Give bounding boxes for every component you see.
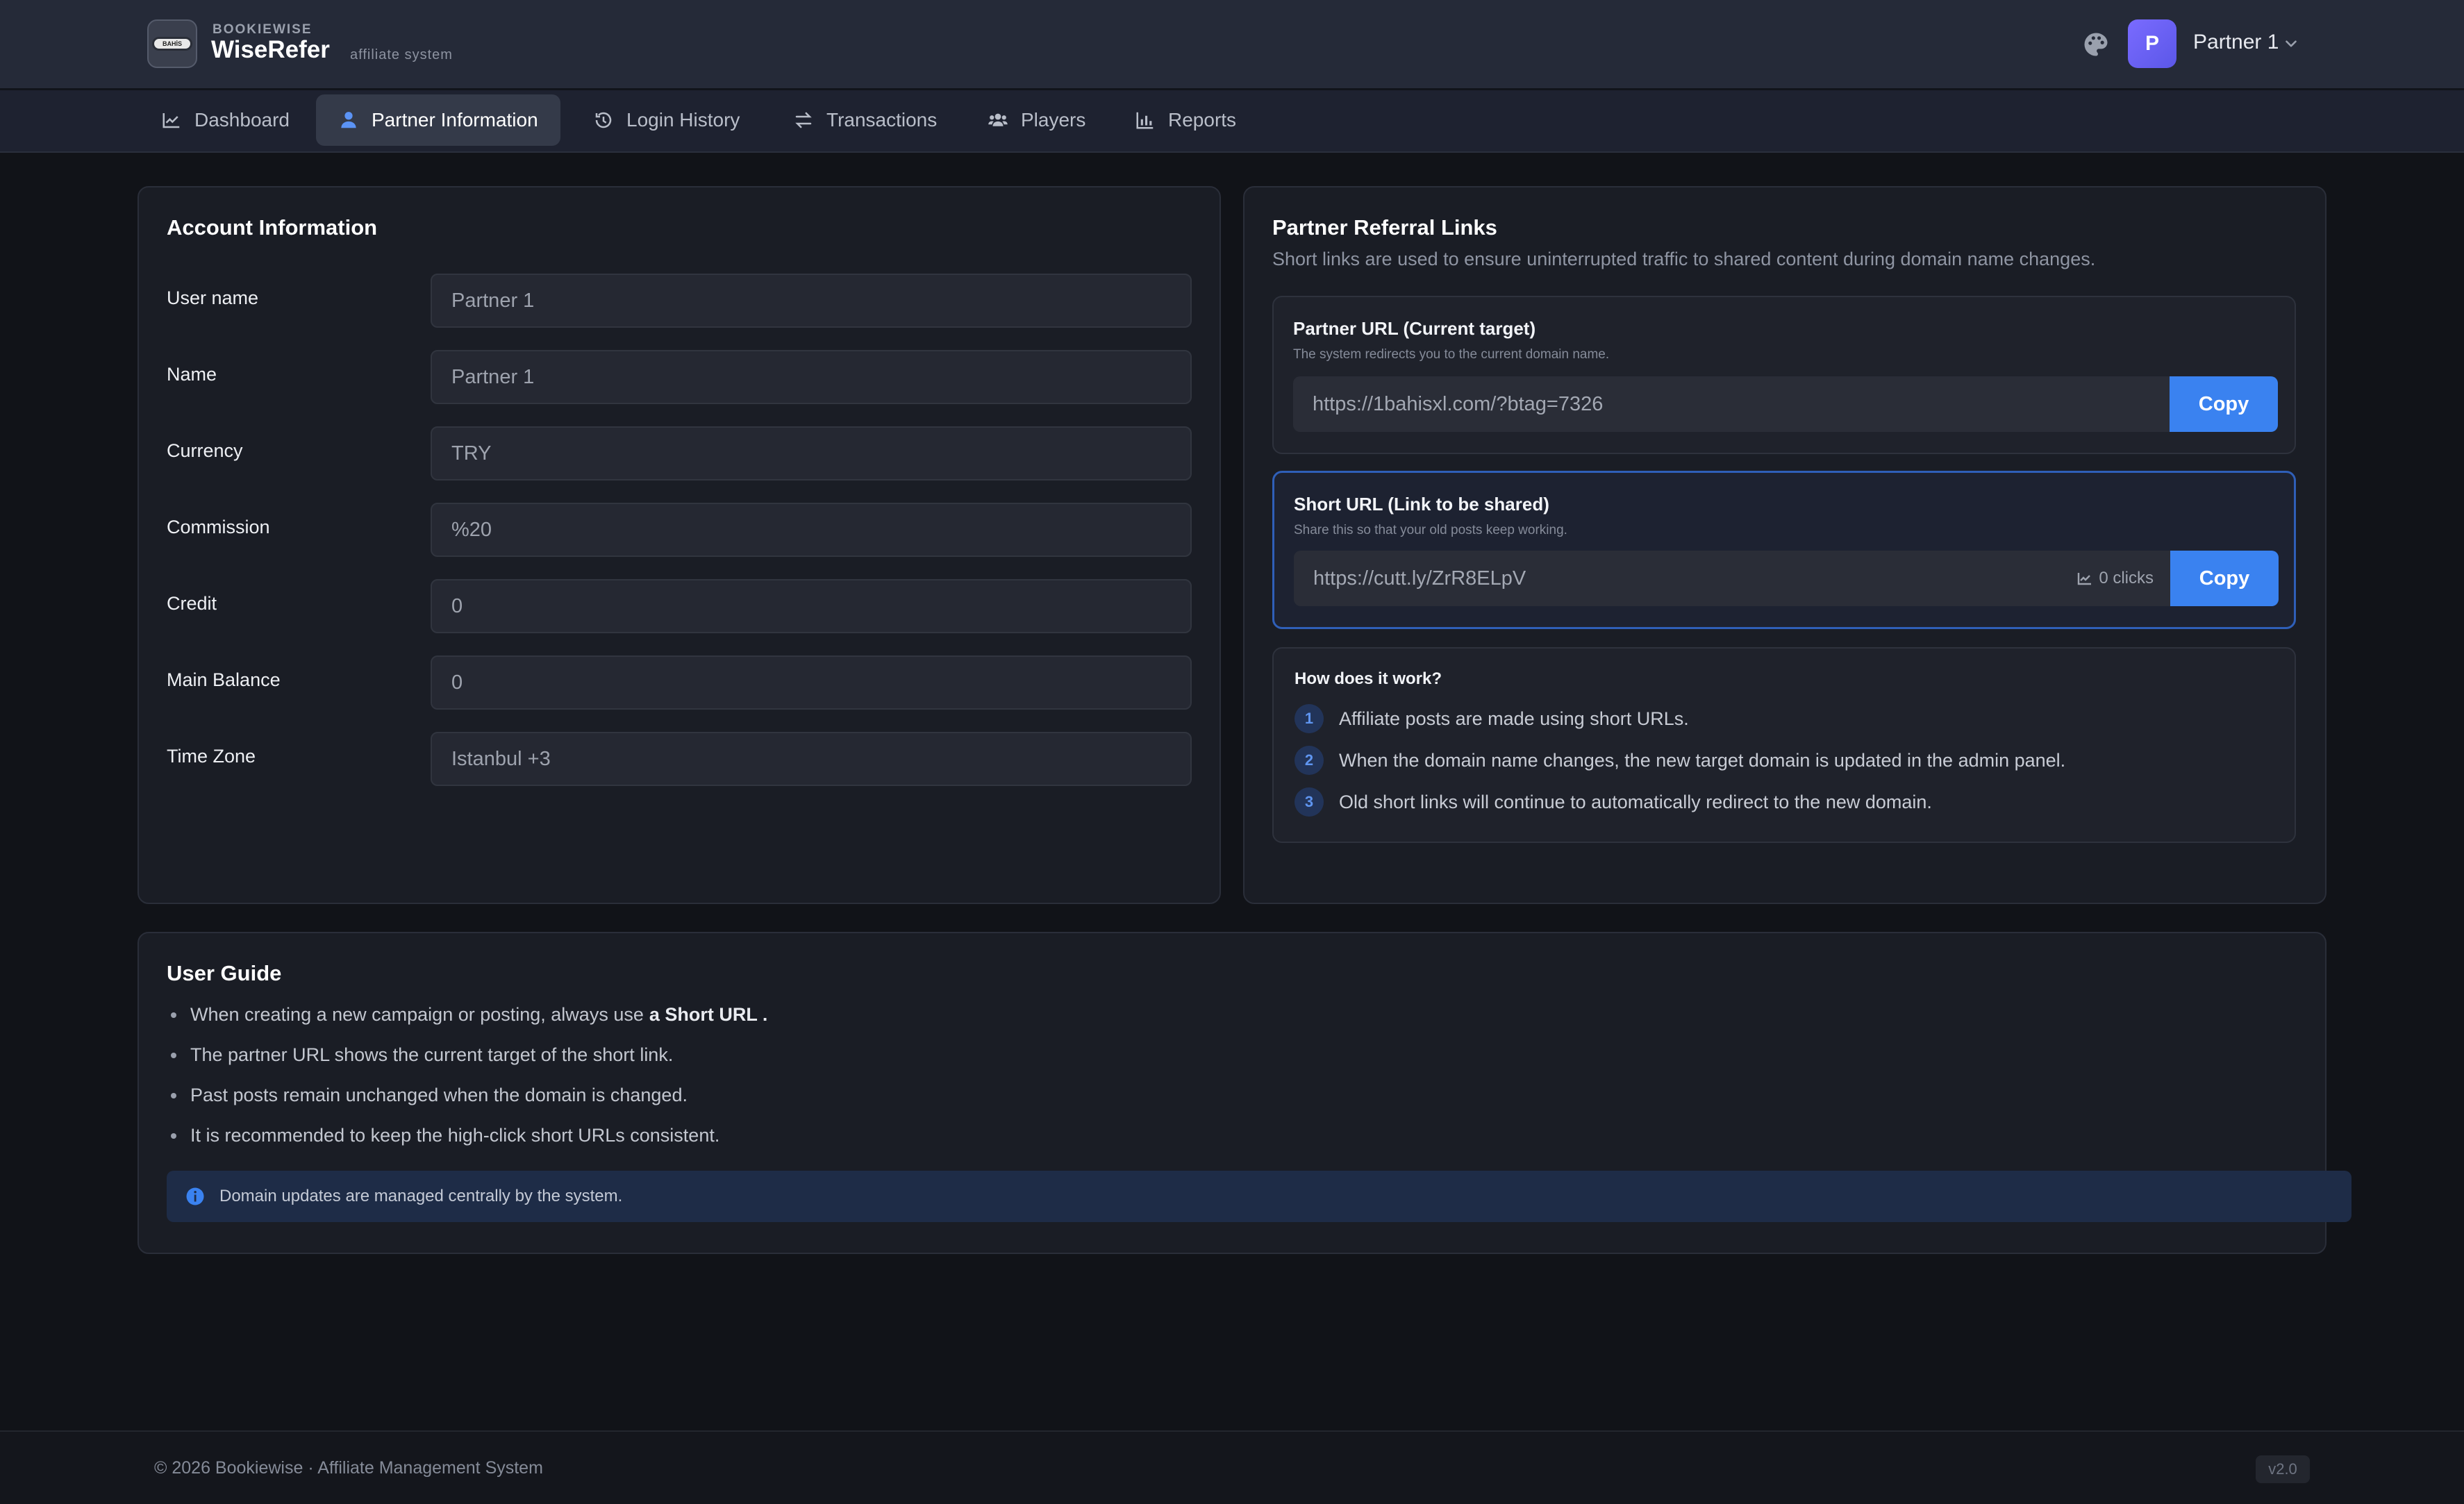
guide-item: It is recommended to keep the high-click… <box>171 1125 719 1146</box>
credit-label: Credit <box>167 593 217 614</box>
credit-field[interactable]: 0 <box>431 579 1192 633</box>
short-url-title: Short URL (Link to be shared) <box>1294 494 1549 515</box>
footer-copyright: © 2026 Bookiewise · Affiliate Management… <box>154 1458 543 1478</box>
bar-chart-icon <box>1136 112 1154 129</box>
tab-transactions[interactable]: Transactions <box>771 94 959 146</box>
short-url-value: https://cutt.ly/ZrR8ELpV <box>1313 567 1526 590</box>
guide-item-text: It is recommended to keep the high-click… <box>190 1125 720 1146</box>
tab-partner-information[interactable]: Partner Information <box>316 94 560 146</box>
tab-players-label: Players <box>1021 109 1086 131</box>
step-number: 3 <box>1295 787 1324 817</box>
partner-url-copy-button[interactable]: Copy <box>2170 376 2278 432</box>
partner-url-title: Partner URL (Current target) <box>1293 318 1536 339</box>
user-icon <box>341 112 356 128</box>
tab-reports[interactable]: Reports <box>1113 94 1258 146</box>
brand-text: BOOKIEWISE WiseRefer affiliate system <box>211 19 489 68</box>
guide-item-text: Past posts remain unchanged when the dom… <box>190 1085 688 1105</box>
footer: © 2026 Bookiewise · Affiliate Management… <box>0 1430 2464 1504</box>
tab-dashboard[interactable]: Dashboard <box>139 94 312 146</box>
avatar[interactable]: P <box>2128 19 2176 68</box>
user-guide-card: User Guide When creating a new campaign … <box>138 932 2351 1254</box>
username-field[interactable]: Partner 1 <box>431 274 1192 328</box>
referral-links-subtitle: Short links are used to ensure uninterru… <box>1272 249 2096 269</box>
tab-transactions-label: Transactions <box>826 109 938 131</box>
partner-url-desc: The system redirects you to the current … <box>1293 347 1610 362</box>
bullet <box>171 1092 176 1098</box>
partner-url-field[interactable]: https://1bahisxl.com/?btag=7326 <box>1293 376 2170 432</box>
brand-subtitle: affiliate system <box>350 47 453 62</box>
chart-line-icon <box>163 113 180 128</box>
how-it-works-title: How does it work? <box>1295 669 1442 688</box>
palette-icon[interactable] <box>2081 29 2111 60</box>
time-zone-label: Time Zone <box>167 746 256 767</box>
guide-item-bold: a Short URL . <box>649 1004 768 1025</box>
top-header: BAHİS BOOKIEWISE WiseRefer affiliate sys… <box>0 0 2464 90</box>
how-step: 3 Old short links will continue to autom… <box>1295 787 1932 817</box>
chevron-down-icon[interactable] <box>2282 35 2300 53</box>
exchange-icon <box>795 112 812 128</box>
short-url-copy-button[interactable]: Copy <box>2170 551 2279 606</box>
commission-field[interactable]: %20 <box>431 503 1192 557</box>
bullet <box>171 1052 176 1058</box>
main-nav: Dashboard Partner Information Login Hist… <box>0 90 2464 153</box>
chart-line-icon <box>2078 573 2092 585</box>
user-menu-name[interactable]: Partner 1 <box>2193 31 2279 54</box>
short-url-field[interactable]: https://cutt.ly/ZrR8ELpV 0 clicks <box>1294 551 2170 606</box>
name-field[interactable]: Partner 1 <box>431 350 1192 404</box>
main-balance-label: Main Balance <box>167 669 281 690</box>
tab-login-history[interactable]: Login History <box>571 94 762 146</box>
click-count: 0 clicks <box>2076 569 2154 588</box>
guide-item-text: The partner URL shows the current target… <box>190 1044 674 1065</box>
step-text: Old short links will continue to automat… <box>1339 791 1932 812</box>
brand-company: BOOKIEWISE <box>213 22 313 37</box>
tab-reports-label: Reports <box>1168 109 1237 131</box>
how-step: 1 Affiliate posts are made using short U… <box>1295 704 1689 733</box>
brand-logo: BAHİS <box>147 19 197 68</box>
brand-logo-text: BAHİS <box>152 37 192 51</box>
short-url-desc: Share this so that your old posts keep w… <box>1294 523 1567 537</box>
history-icon <box>595 112 612 128</box>
tab-dashboard-label: Dashboard <box>194 109 290 131</box>
how-step: 2 When the domain name changes, the new … <box>1295 746 2065 775</box>
step-number: 2 <box>1295 746 1324 775</box>
guide-item-text: When creating a new campaign or posting,… <box>190 1004 644 1025</box>
info-icon <box>186 1187 204 1205</box>
referral-links-title: Partner Referral Links <box>1272 215 1497 240</box>
step-text: When the domain name changes, the new ta… <box>1339 749 2066 771</box>
time-zone-field[interactable]: Istanbul +3 <box>431 732 1192 786</box>
bullet <box>171 1012 176 1018</box>
tab-players[interactable]: Players <box>965 94 1108 146</box>
users-icon <box>988 113 1008 126</box>
bullet <box>171 1133 176 1139</box>
brand[interactable]: BAHİS BOOKIEWISE WiseRefer affiliate sys… <box>147 19 489 68</box>
info-banner: Domain updates are managed centrally by … <box>167 1171 2351 1222</box>
commission-label: Commission <box>167 517 270 537</box>
step-text: Affiliate posts are made using short URL… <box>1339 708 1689 729</box>
account-information-card: Account Information User name Partner 1 … <box>138 186 1221 904</box>
step-number: 1 <box>1295 704 1324 733</box>
guide-item: When creating a new campaign or posting,… <box>171 1004 767 1026</box>
click-count-text: 0 clicks <box>2099 569 2154 587</box>
version-badge: v2.0 <box>2256 1455 2310 1483</box>
username-label: User name <box>167 287 259 308</box>
how-it-works-box: How does it work? 1 Affiliate posts are … <box>1272 647 2296 843</box>
tab-partner-information-label: Partner Information <box>372 109 538 131</box>
referral-links-card: Partner Referral Links Short links are u… <box>1243 186 2326 904</box>
user-guide-title: User Guide <box>167 961 282 985</box>
guide-item: The partner URL shows the current target… <box>171 1044 673 1066</box>
main-balance-field[interactable]: 0 <box>431 655 1192 710</box>
guide-item: Past posts remain unchanged when the dom… <box>171 1085 688 1106</box>
currency-label: Currency <box>167 440 243 461</box>
account-information-title: Account Information <box>167 215 378 240</box>
partner-url-box: Partner URL (Current target) The system … <box>1272 296 2296 454</box>
info-banner-text: Domain updates are managed centrally by … <box>219 1187 623 1205</box>
tab-login-history-label: Login History <box>626 109 740 131</box>
name-label: Name <box>167 364 217 385</box>
short-url-box: Short URL (Link to be shared) Share this… <box>1272 471 2296 629</box>
currency-field[interactable]: TRY <box>431 426 1192 481</box>
brand-name: WiseRefer <box>211 36 330 63</box>
